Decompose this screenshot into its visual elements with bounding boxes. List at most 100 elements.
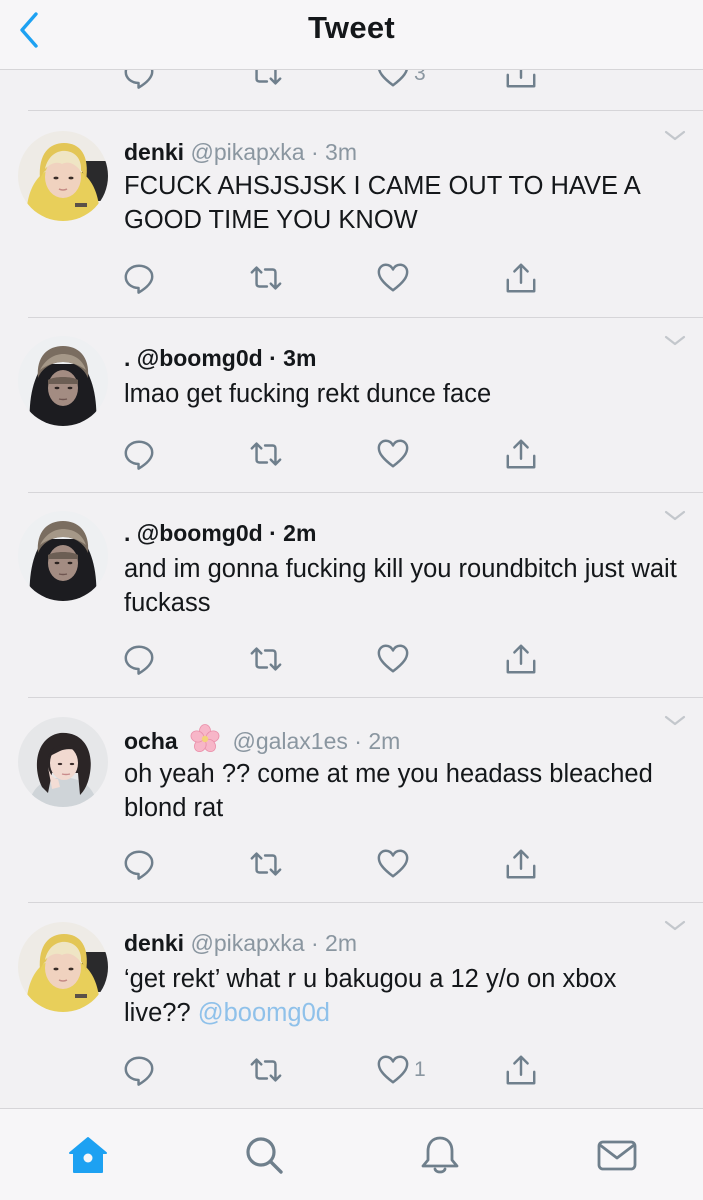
share-button[interactable]: [504, 70, 538, 95]
more-options-button[interactable]: [663, 509, 687, 523]
like-button[interactable]: 3: [376, 70, 426, 90]
retweet-button[interactable]: [249, 436, 283, 472]
bell-icon: [421, 1136, 459, 1174]
like-button[interactable]: [376, 436, 414, 472]
share-button[interactable]: [504, 436, 538, 472]
tab-notifications[interactable]: [418, 1133, 462, 1177]
display-name[interactable]: .: [124, 345, 130, 371]
like-button[interactable]: [376, 260, 414, 296]
timestamp: 2m: [283, 520, 317, 546]
search-icon: [246, 1137, 283, 1174]
tweet-text: ‘get rekt’ what r u bakugou a 12 y/o on …: [124, 962, 684, 1030]
username[interactable]: @pikapxka: [190, 139, 304, 165]
more-options-button[interactable]: [663, 129, 687, 143]
tab-search[interactable]: [242, 1133, 286, 1177]
tab-messages[interactable]: [595, 1133, 639, 1177]
chevron-down-icon: [663, 509, 687, 523]
share-button[interactable]: [504, 1052, 538, 1088]
heart-icon: [376, 261, 410, 295]
retweet-icon: [249, 642, 283, 676]
retweet-button[interactable]: [249, 641, 283, 677]
reply-icon: [122, 261, 156, 295]
more-options-button[interactable]: [663, 919, 687, 933]
display-name[interactable]: denki: [124, 139, 184, 165]
retweet-icon: [249, 261, 283, 295]
username[interactable]: @galax1es: [232, 728, 347, 754]
tweet-actions: [0, 436, 703, 472]
username[interactable]: @boomg0d: [137, 520, 263, 546]
avatar[interactable]: [18, 511, 108, 601]
mail-icon: [597, 1140, 637, 1171]
cherry-blossom-icon: [190, 724, 220, 753]
tweet-text: lmao get fucking rekt dunce face: [124, 380, 492, 408]
reply-button[interactable]: [122, 436, 156, 472]
chevron-down-icon: [663, 714, 687, 728]
reply-button[interactable]: [122, 70, 156, 95]
reply-button[interactable]: [122, 846, 156, 882]
tweet-item[interactable]: . @boomg0d · 3m lmao get fucking rekt du…: [0, 318, 703, 492]
navigation-bar: Tweet: [0, 0, 703, 70]
retweet-icon: [249, 70, 283, 90]
share-button[interactable]: [504, 846, 538, 882]
tweet-item[interactable]: . @boomg0d · 2m and im gonna fucking kil…: [0, 493, 703, 697]
timestamp: 3m: [325, 139, 357, 165]
tab-bar: [0, 1108, 703, 1200]
username[interactable]: @pikapxka: [190, 930, 304, 956]
display-name[interactable]: ocha: [124, 728, 178, 754]
share-icon: [504, 70, 538, 90]
separator: ·: [304, 930, 326, 956]
like-button[interactable]: [376, 641, 414, 677]
reply-icon: [122, 847, 156, 881]
chevron-down-icon: [663, 334, 687, 348]
separator: ·: [262, 345, 284, 371]
tweet-item[interactable]: ocha @galax1es · 2m oh yeah ?? come at m…: [0, 698, 703, 902]
display-name[interactable]: .: [124, 520, 130, 546]
retweet-button[interactable]: [249, 846, 283, 882]
retweet-icon: [249, 1053, 283, 1087]
retweet-button[interactable]: [249, 260, 283, 296]
like-button[interactable]: 1: [376, 1052, 426, 1088]
heart-icon: [376, 1053, 410, 1087]
page-title: Tweet: [307, 10, 396, 45]
reply-button[interactable]: [122, 260, 156, 296]
avatar[interactable]: [18, 717, 108, 807]
mention-link[interactable]: @boomg0d: [198, 999, 330, 1027]
tweet-header: ocha @galax1es · 2m: [124, 724, 400, 755]
reply-icon: [122, 70, 156, 90]
tweet-text: and im gonna fucking kill you roundbitch…: [124, 555, 677, 617]
separator: ·: [304, 139, 326, 165]
retweet-button[interactable]: [249, 70, 283, 95]
retweet-button[interactable]: [249, 1052, 283, 1088]
username[interactable]: @boomg0d: [137, 345, 263, 371]
like-count: 3: [414, 70, 426, 85]
retweet-icon: [249, 437, 283, 471]
tab-home[interactable]: [66, 1133, 110, 1177]
heart-icon: [376, 642, 410, 676]
share-icon: [504, 261, 538, 295]
avatar[interactable]: [18, 131, 108, 221]
reply-icon: [122, 1053, 156, 1087]
timestamp: 3m: [283, 345, 317, 371]
share-button[interactable]: [504, 641, 538, 677]
reply-icon: [122, 642, 156, 676]
chevron-down-icon: [663, 129, 687, 143]
heart-icon: [376, 437, 410, 471]
tweet-item[interactable]: denki @pikapxka · 2m ‘get rekt’ what r u…: [0, 903, 703, 1108]
reply-button[interactable]: [122, 1052, 156, 1088]
reply-button[interactable]: [122, 641, 156, 677]
avatar[interactable]: [18, 336, 108, 426]
display-name[interactable]: denki: [124, 930, 184, 956]
chevron-down-icon: [663, 919, 687, 933]
heart-icon: [376, 70, 410, 90]
timestamp: 2m: [325, 930, 357, 956]
tweet-header: . @boomg0d · 3m: [124, 344, 316, 372]
share-button[interactable]: [504, 260, 538, 296]
separator: ·: [262, 520, 284, 546]
more-options-button[interactable]: [663, 714, 687, 728]
avatar[interactable]: [18, 922, 108, 1012]
tweet-actions: 1: [0, 1052, 703, 1088]
tweet-header: . @boomg0d · 2m: [124, 519, 316, 547]
more-options-button[interactable]: [663, 334, 687, 348]
like-button[interactable]: [376, 846, 414, 882]
tweet-item[interactable]: denki @pikapxka · 3m FCUCK AHSJSJSK I CA…: [0, 111, 703, 317]
